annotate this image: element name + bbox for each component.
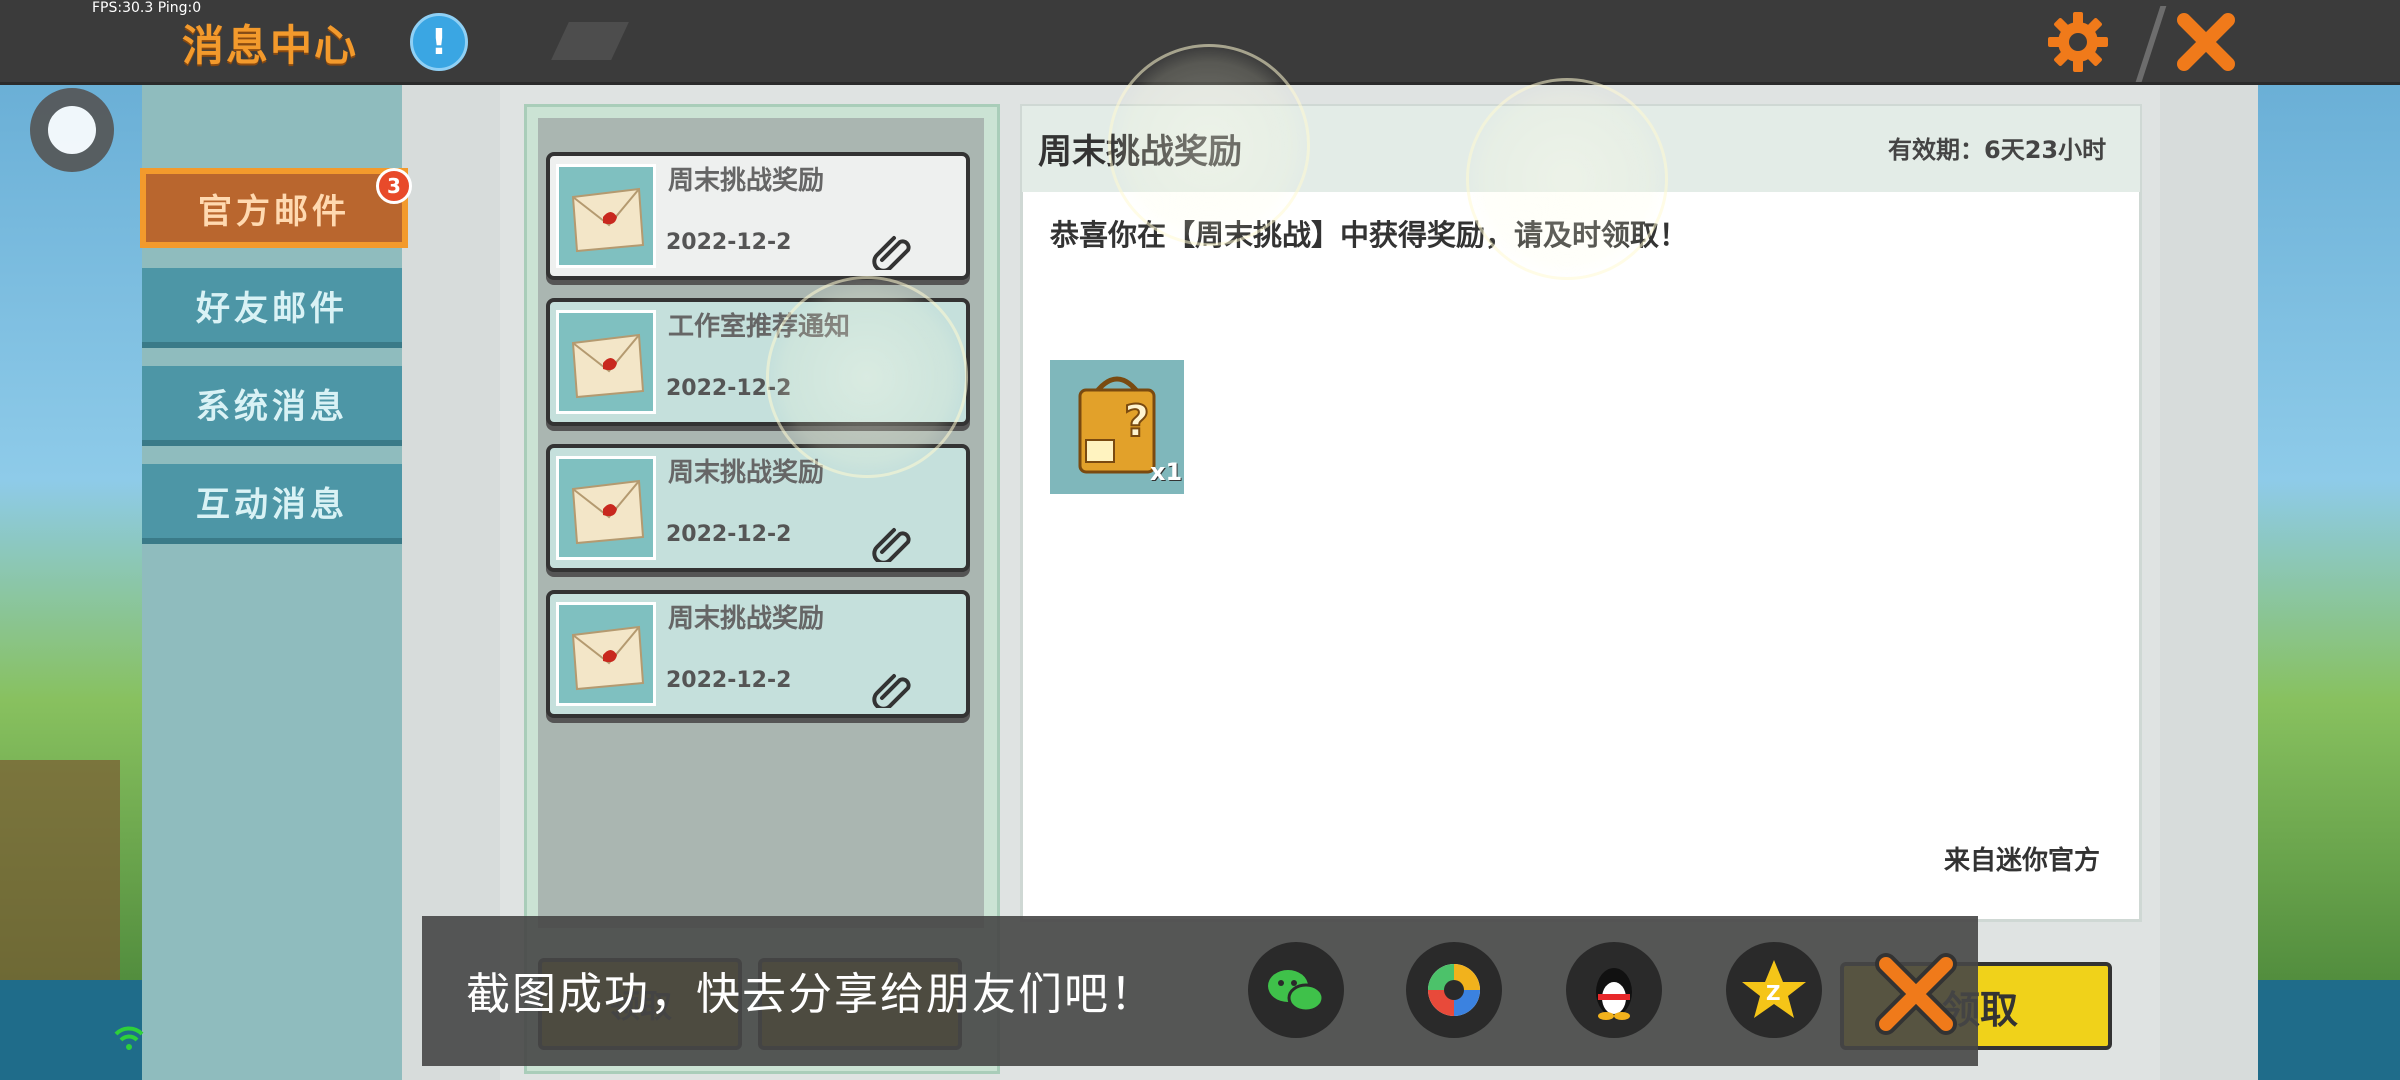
envelope-icon xyxy=(556,164,656,268)
envelope-icon xyxy=(556,602,656,706)
attachment-clip-icon xyxy=(872,230,916,273)
mail-item-2[interactable]: 工作室推荐通知 2022-12-2 xyxy=(546,298,970,426)
page-title: 消息中心 xyxy=(182,21,359,70)
share-close-icon[interactable] xyxy=(1872,950,1960,1038)
attachment-clip-icon xyxy=(872,668,916,711)
mail-sender: 来自迷你官方 xyxy=(1944,846,2101,876)
mail-title: 周末挑战奖励 xyxy=(668,458,825,488)
mail-title: 周末挑战奖励 xyxy=(668,604,825,634)
mail-item-4[interactable]: 周末挑战奖励 2022-12-2 xyxy=(546,590,970,718)
wifi-icon xyxy=(112,1020,146,1054)
qq-icon[interactable] xyxy=(1566,942,1662,1038)
mail-item-1[interactable]: 周末挑战奖励 2022-12-2 xyxy=(546,152,970,280)
qzone-icon[interactable]: Z xyxy=(1726,942,1822,1038)
tab-system-message[interactable]: 系统消息 xyxy=(142,366,402,446)
mail-detail-message: 恭喜你在【周末挑战】中获得奖励，请及时领取！ xyxy=(1050,218,1689,252)
svg-text:?: ? xyxy=(1124,396,1150,447)
validity-text: 有效期：6天23小时 xyxy=(1888,136,2107,164)
gear-icon[interactable] xyxy=(2046,10,2110,74)
attachment-clip-icon xyxy=(872,522,916,565)
mail-date: 2022-12-2 xyxy=(666,230,792,255)
moments-icon[interactable] xyxy=(1406,942,1502,1038)
mail-date: 2022-12-2 xyxy=(666,668,792,693)
mail-title: 周末挑战奖励 xyxy=(668,166,825,196)
mail-item-3[interactable]: 周末挑战奖励 2022-12-2 xyxy=(546,444,970,572)
dirt-block xyxy=(0,760,120,980)
mail-detail-title: 周末挑战奖励 xyxy=(1038,132,1242,172)
mail-date: 2022-12-2 xyxy=(666,522,792,547)
close-icon[interactable] xyxy=(2174,10,2238,74)
top-bar xyxy=(0,0,2400,85)
envelope-icon xyxy=(556,456,656,560)
floating-record-ring[interactable] xyxy=(30,88,114,172)
tab-interaction-message[interactable]: 互动消息 xyxy=(142,464,402,544)
share-prompt-text: 截图成功，快去分享给朋友们吧！ xyxy=(466,969,1156,1020)
game-world-right xyxy=(2258,80,2400,1080)
tab-friend-mail[interactable]: 好友邮件 xyxy=(142,268,402,348)
mail-date: 2022-12-2 xyxy=(666,376,792,401)
unread-badge: 3 xyxy=(376,168,412,204)
water-right xyxy=(2258,980,2400,1080)
envelope-icon xyxy=(556,310,656,414)
wechat-icon[interactable] xyxy=(1248,942,1344,1038)
info-button[interactable]: ! xyxy=(410,13,468,71)
tab-official-mail[interactable]: 官方邮件 xyxy=(140,168,408,248)
mail-title: 工作室推荐通知 xyxy=(668,312,851,342)
reward-item-quantity: x1 xyxy=(1150,458,1183,486)
svg-text:Z: Z xyxy=(1766,981,1781,1005)
